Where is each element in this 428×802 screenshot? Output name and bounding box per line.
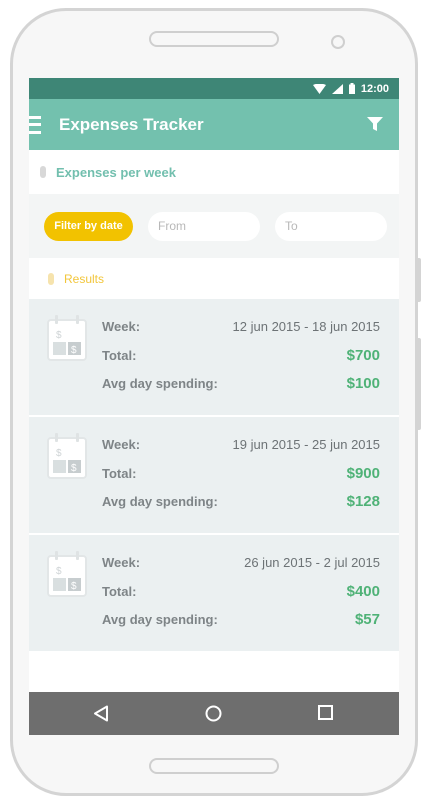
svg-text:$: $ (71, 581, 77, 592)
avg-label: Avg day spending: (102, 376, 218, 391)
avg-value: $57 (354, 611, 380, 628)
results-list: $ $ Week: 12 jun 2015 - 18 jun 2015 Total… (29, 299, 399, 653)
app-bar: Expenses Tracker (29, 99, 399, 150)
calendar-dollar-icon: $ $ (47, 433, 87, 479)
section-title: Expenses per week (56, 164, 176, 180)
week-card[interactable]: $ $ Week: 19 jun 2015 - 25 jun 2015 Total… (29, 417, 399, 533)
volume-button (416, 258, 421, 302)
status-time: 12:00 (360, 82, 389, 95)
svg-text:$: $ (56, 566, 62, 577)
week-card[interactable]: $ $ Week: 26 jun 2015 - 2 jul 2015 Total:… (29, 535, 399, 651)
speaker-grille (149, 31, 279, 47)
filter-row: Filter by date From To (29, 194, 399, 258)
navigation-bar (29, 692, 399, 735)
svg-text:$: $ (56, 330, 62, 341)
battery-icon (348, 83, 355, 94)
week-range: 19 jun 2015 - 25 jun 2015 (232, 437, 380, 452)
svg-text:$: $ (56, 448, 62, 459)
filter-by-date-button[interactable]: Filter by date (44, 211, 133, 241)
avg-label: Avg day spending: (102, 612, 218, 627)
results-title: Results (64, 272, 105, 286)
svg-text:$: $ (71, 345, 77, 356)
from-date-input[interactable]: From (148, 211, 260, 241)
hamburger-icon[interactable] (29, 115, 41, 134)
app-screen: 12:00 Expenses Tracker Expenses per week… (29, 78, 399, 735)
total-label: Total: (102, 348, 137, 363)
to-date-input[interactable]: To (275, 211, 387, 241)
calendar-dollar-icon: $ $ (47, 315, 87, 361)
triangle-back-icon[interactable] (93, 705, 109, 722)
week-label: Week: (102, 319, 141, 334)
section-header: Expenses per week (29, 150, 399, 194)
svg-text:$: $ (71, 463, 77, 474)
total-value: $700 (346, 347, 380, 364)
week-range: 12 jun 2015 - 18 jun 2015 (232, 319, 380, 334)
circle-home-icon[interactable] (205, 705, 222, 722)
total-value: $900 (346, 465, 380, 482)
results-marker (48, 273, 54, 285)
total-value: $400 (346, 583, 380, 600)
avg-value: $100 (346, 375, 380, 392)
week-card[interactable]: $ $ Week: 12 jun 2015 - 18 jun 2015 Total… (29, 299, 399, 415)
section-marker (40, 166, 46, 178)
total-label: Total: (102, 466, 137, 481)
week-range: 26 jun 2015 - 2 jul 2015 (244, 555, 380, 570)
avg-label: Avg day spending: (102, 494, 218, 509)
power-button (416, 338, 421, 430)
week-label: Week: (102, 437, 141, 452)
app-title: Expenses Tracker (59, 114, 204, 134)
calendar-dollar-icon: $ $ (47, 551, 87, 597)
funnel-icon[interactable] (367, 117, 383, 131)
results-header: Results (29, 258, 399, 300)
bottom-grille (149, 758, 279, 774)
status-bar: 12:00 (29, 78, 399, 99)
wifi-icon (312, 83, 326, 94)
total-label: Total: (102, 584, 137, 599)
signal-icon (331, 83, 343, 94)
week-label: Week: (102, 555, 141, 570)
square-recents-icon[interactable] (318, 705, 333, 720)
front-camera (331, 35, 345, 49)
avg-value: $128 (346, 493, 380, 510)
